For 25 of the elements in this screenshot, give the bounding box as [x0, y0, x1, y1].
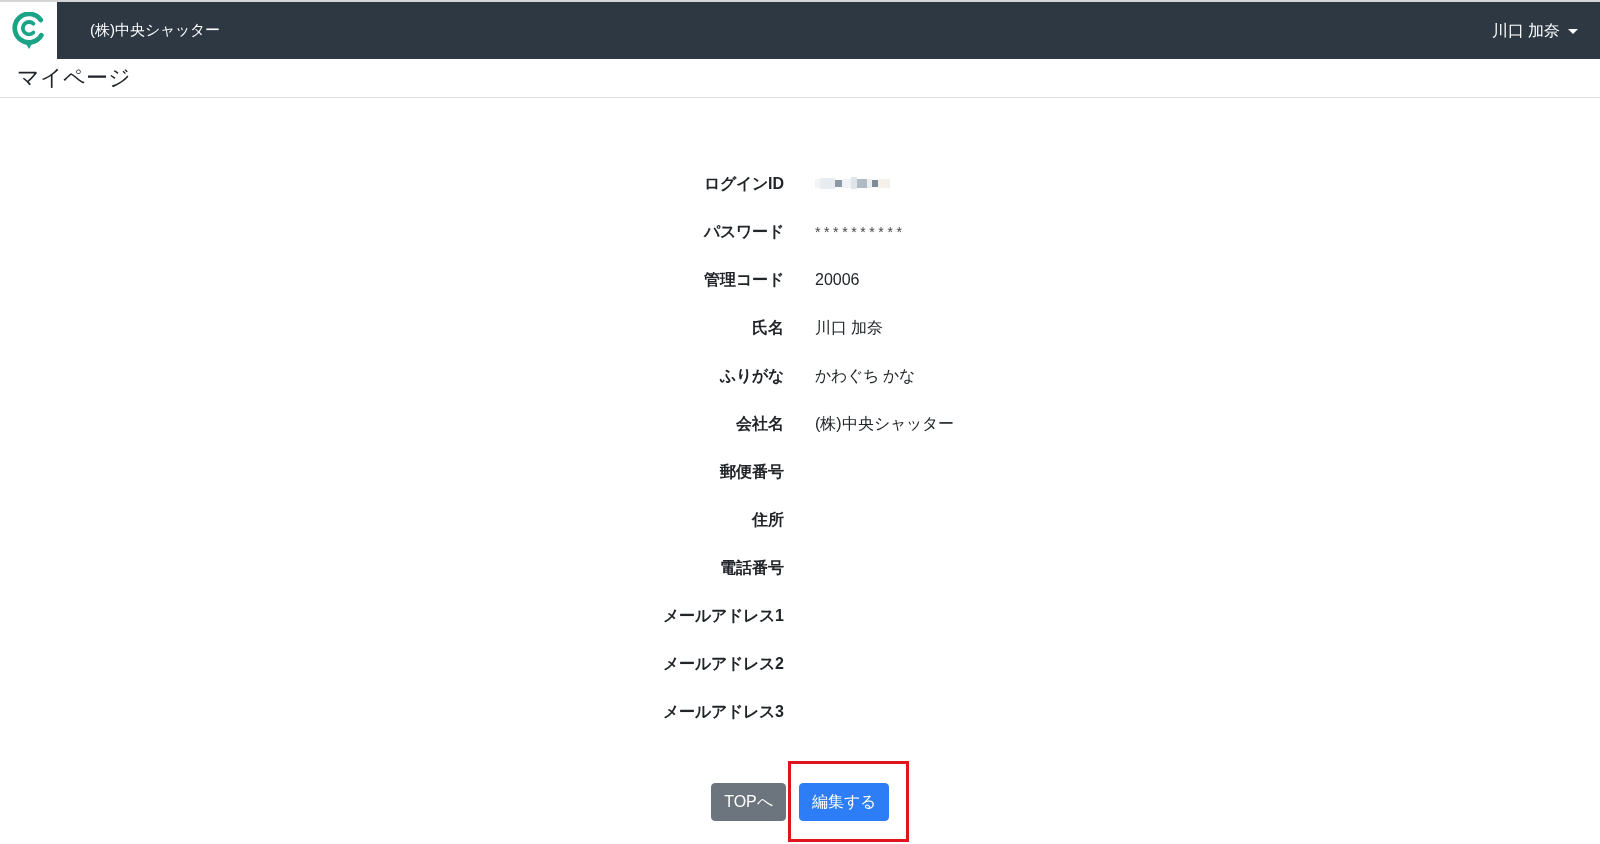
field-label: 電話番号 — [720, 559, 784, 576]
field-label: 管理コード — [704, 271, 784, 288]
user-menu[interactable]: 川口 加奈 — [1491, 18, 1578, 43]
field-label: 住所 — [752, 511, 784, 528]
top-button[interactable]: TOPへ — [711, 783, 786, 821]
field-label: ふりがな — [720, 367, 784, 384]
field-label: メールアドレス2 — [663, 655, 784, 672]
field-label: 会社名 — [736, 415, 784, 432]
app-logo — [10, 11, 47, 50]
field-value: ********** — [815, 223, 906, 242]
field-label: 郵便番号 — [720, 463, 784, 480]
field-label: メールアドレス3 — [663, 703, 784, 720]
caret-icon — [1568, 28, 1578, 34]
pixelated-value-icon — [815, 177, 890, 190]
field-value: かわぐち かな — [815, 366, 916, 386]
edit-button[interactable]: 編集する — [798, 783, 889, 821]
field-value: (株)中央シャッター — [815, 414, 954, 434]
field-label: パスワード — [704, 223, 784, 240]
field-value: 川口 加奈 — [815, 318, 884, 338]
company-name: (株)中央シャッター — [90, 20, 220, 41]
field-label: ログインID — [704, 175, 784, 192]
page-title: マイページ — [17, 64, 131, 92]
field-value: 20006 — [815, 270, 860, 290]
field-label: メールアドレス1 — [663, 607, 784, 624]
field-label: 氏名 — [752, 319, 784, 336]
